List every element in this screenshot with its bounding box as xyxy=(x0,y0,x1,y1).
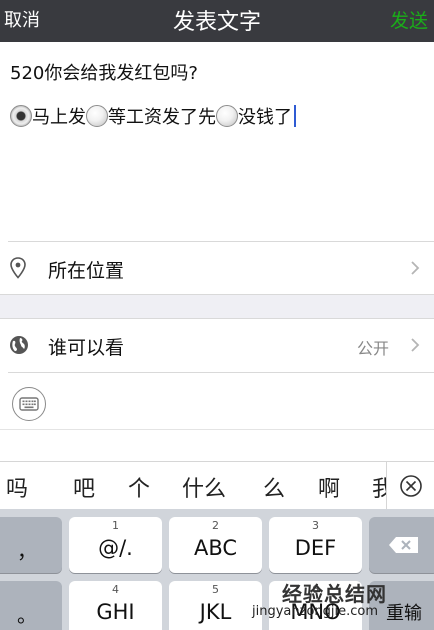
backspace-key[interactable] xyxy=(369,517,434,573)
candidate-word[interactable]: 啊 xyxy=(318,471,340,503)
comma-key[interactable]: ， xyxy=(0,517,62,573)
radio-option-2[interactable] xyxy=(86,105,108,127)
keyboard-icon xyxy=(19,397,39,411)
location-row[interactable]: 所在位置 xyxy=(0,242,434,294)
location-pin-icon xyxy=(10,257,26,279)
visibility-label: 谁可以看 xyxy=(48,337,125,359)
watermark: 经验总结网 jingyanzongjie.com xyxy=(252,574,428,630)
text-cursor xyxy=(294,105,296,127)
chevron-right-icon xyxy=(411,338,420,352)
send-button[interactable]: 发送 xyxy=(390,6,428,33)
option-3-label: 没钱了 xyxy=(238,107,292,128)
location-label: 所在位置 xyxy=(48,260,125,282)
watermark-cn: 经验总结网 xyxy=(282,582,387,606)
period-key[interactable]: 。 xyxy=(0,581,62,630)
page-title: 发表文字 xyxy=(172,10,261,35)
section-gap xyxy=(0,294,434,318)
keyboard-toggle-button[interactable] xyxy=(12,387,46,421)
backspace-icon xyxy=(389,537,418,553)
divider xyxy=(0,294,434,295)
option-2-label: 等工资发了先 xyxy=(108,107,216,128)
candidate-word[interactable]: 什么 xyxy=(182,471,226,503)
option-1-label: 马上发 xyxy=(32,107,86,128)
radio-option-1[interactable] xyxy=(10,105,32,127)
key-4[interactable]: 4 GHI xyxy=(69,581,162,630)
post-question-text: 520你会给我发红包吗? xyxy=(10,63,198,84)
key-2[interactable]: 2 ABC xyxy=(169,517,262,573)
candidate-word[interactable]: 吧 xyxy=(73,471,95,503)
candidate-word[interactable]: 么 xyxy=(263,471,285,503)
watermark-en: jingyanzongjie.com xyxy=(252,604,379,619)
navigation-bar: 取消 发表文字 发送 xyxy=(0,0,434,42)
candidate-word[interactable]: 个 xyxy=(128,471,150,503)
globe-icon xyxy=(10,336,28,354)
divider xyxy=(8,372,434,373)
visibility-row[interactable]: 谁可以看 公开 xyxy=(0,319,434,371)
key-1[interactable]: 1 @/. xyxy=(69,517,162,573)
option-line: 马上发 等工资发了先 没钱了 xyxy=(10,103,296,129)
divider xyxy=(0,429,434,430)
close-candidates-button[interactable] xyxy=(386,462,434,510)
key-5[interactable]: 5 JKL xyxy=(169,581,262,630)
radio-option-3[interactable] xyxy=(216,105,238,127)
candidate-word[interactable]: 吗 xyxy=(6,471,28,503)
close-circle-icon xyxy=(400,475,422,497)
candidate-bar: 吗 吧 个 什么 么 啊 我 xyxy=(0,461,434,510)
chevron-right-icon xyxy=(411,261,420,275)
key-3[interactable]: 3 DEF xyxy=(269,517,362,573)
visibility-value: 公开 xyxy=(356,339,389,358)
post-text-editor[interactable]: 520你会给我发红包吗? 马上发 等工资发了先 没钱了 xyxy=(0,42,434,240)
